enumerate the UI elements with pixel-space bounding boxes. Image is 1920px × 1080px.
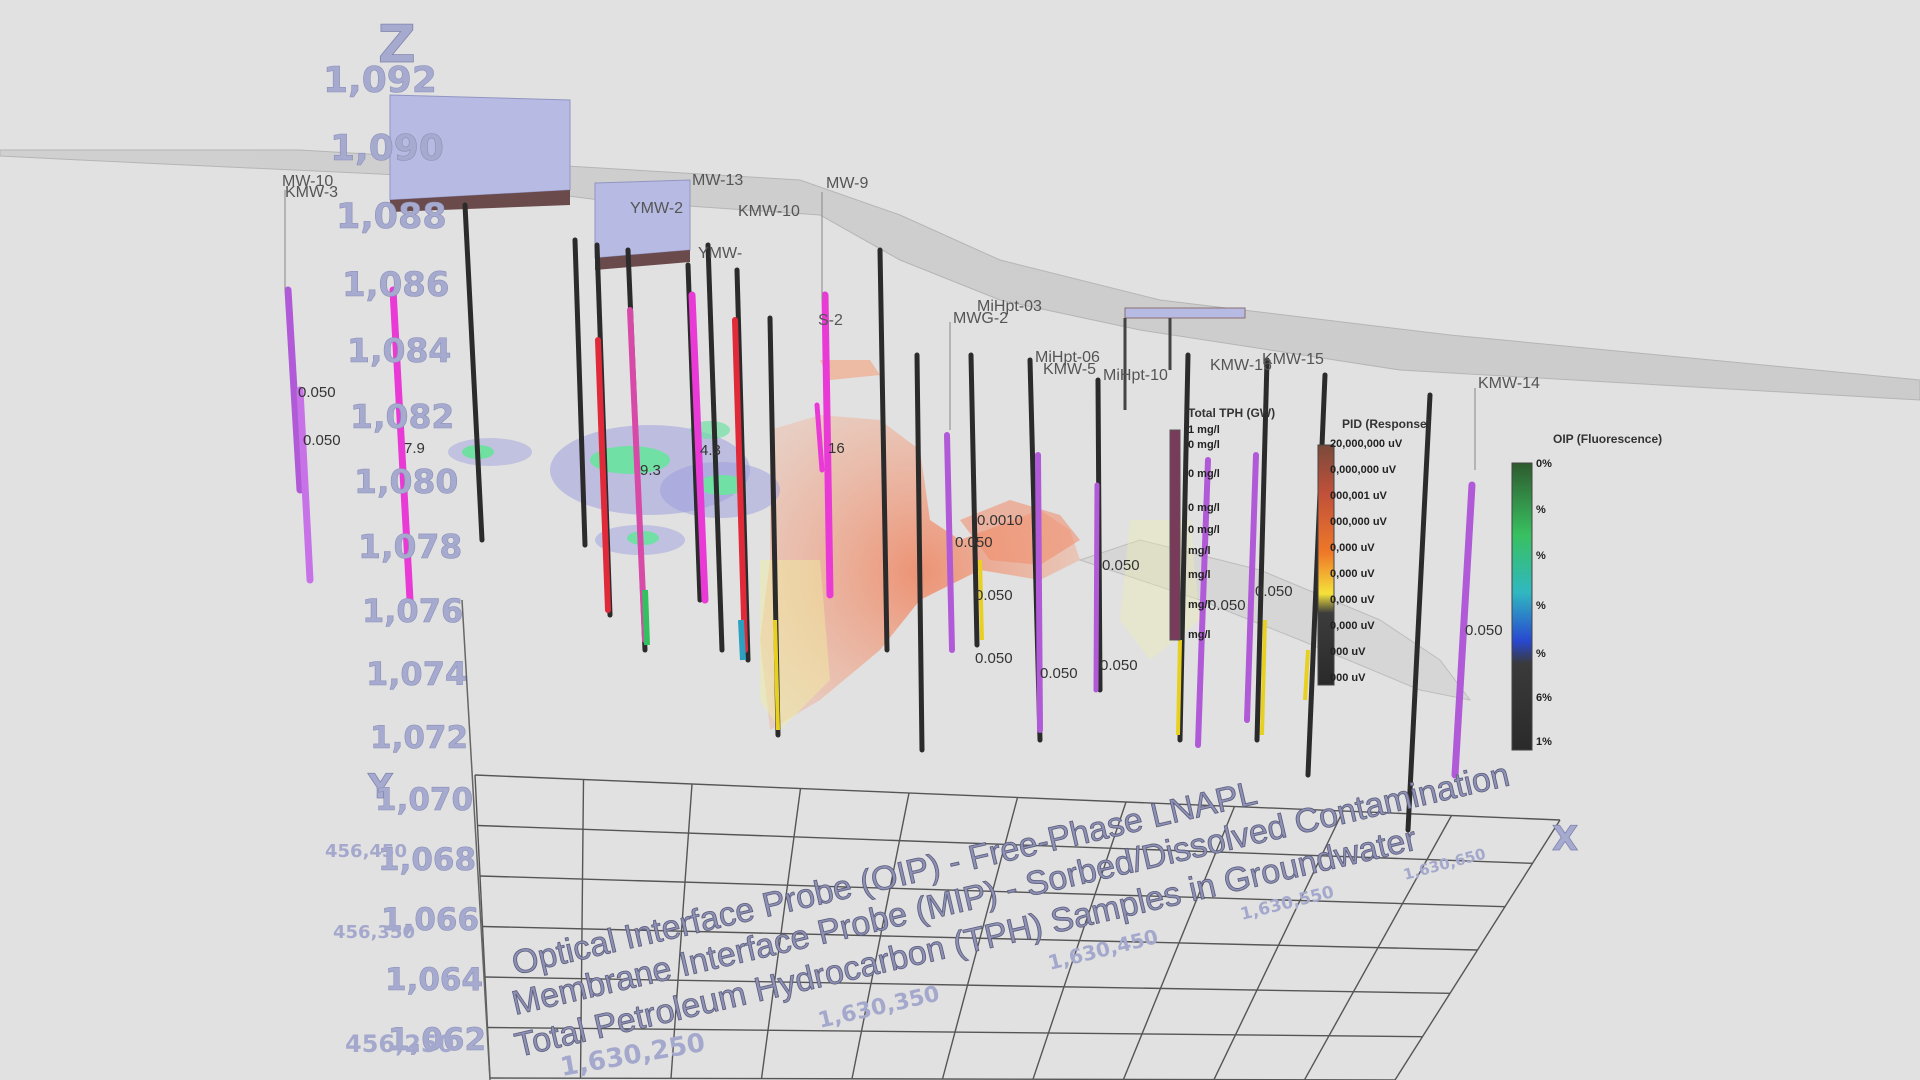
well-label-ymw: YMW-	[698, 245, 742, 262]
well-label-kmw-15: KMW-15	[1262, 351, 1324, 368]
well-label-kmw-5: KMW-5	[1043, 361, 1096, 378]
z-tick-label: 1,090	[330, 128, 444, 169]
tph-colorbar	[1169, 429, 1181, 641]
value-label: 0.050	[955, 534, 993, 551]
value-label: 0.050	[1208, 597, 1246, 614]
z-tick-label: 1,088	[336, 197, 447, 237]
tph-sample-segment	[1260, 619, 1267, 736]
z-tick-label: 1,076	[362, 592, 463, 630]
tph-legend-item: 1 mg/l	[1188, 424, 1220, 436]
z-tick-label: 1,086	[342, 265, 450, 305]
y-tick-3: 456,250	[345, 1030, 454, 1058]
tph-legend-item: 0 mg/l	[1188, 468, 1220, 480]
pid-legend-item: 0,000,000 uV	[1330, 464, 1397, 476]
value-label: 0.0010	[977, 512, 1023, 529]
value-label: 4.3	[700, 442, 721, 459]
pid-legend-item: 000,000 uV	[1330, 516, 1388, 528]
z-tick-label: 1,078	[358, 527, 462, 566]
oip-legend-item: 6%	[1536, 692, 1552, 704]
z-axis-line	[461, 599, 491, 1080]
oip-legend-item: %	[1536, 550, 1546, 562]
value-label: 9.3	[640, 462, 661, 479]
tph-title: Total TPH (GW)	[1188, 406, 1275, 420]
legend-oip: OIP (Fluorescence) 0%%%%% 6% 1%	[1511, 432, 1662, 751]
value-label: 16	[828, 440, 845, 457]
z-tick-label: 1,082	[350, 397, 454, 436]
well-label-kmw-14: KMW-14	[1478, 375, 1540, 392]
oip-log-segment	[738, 619, 746, 661]
tph-legend-item: mg/l	[1188, 599, 1211, 611]
value-label: 0.050	[303, 432, 341, 449]
pid-legend-item: 20,000,000 uV	[1330, 438, 1403, 450]
pid-title: PID (Response)	[1342, 417, 1431, 431]
z-tick-label: 1,070	[375, 782, 473, 818]
well-casing	[462, 202, 485, 543]
pid-legend-item: 0,000 uV	[1330, 594, 1375, 606]
oip-log-segment	[642, 589, 650, 646]
oip-free-phase	[448, 421, 780, 555]
tph-sample-segment	[1176, 639, 1182, 736]
oip-legend-item: %	[1536, 648, 1546, 660]
value-label: 7.9	[404, 440, 425, 457]
oip-colorbar	[1511, 462, 1533, 751]
value-label: 0.050	[1102, 557, 1140, 574]
tph-legend-item: 0 mg/l	[1188, 502, 1220, 514]
tph-legend-item: mg/l	[1188, 545, 1211, 557]
pid-legend-item: 0,000 uV	[1330, 568, 1375, 580]
value-label: 0.050	[1100, 657, 1138, 674]
oip-title: OIP (Fluorescence)	[1553, 432, 1662, 446]
value-label: 0.050	[975, 650, 1013, 667]
tph-legend-item: 0 mg/l	[1188, 439, 1220, 451]
well-label-mwg-2: MWG-2	[953, 310, 1008, 327]
oip-legend-item: 0%	[1536, 458, 1552, 470]
y-tick-1: 456,450	[325, 841, 407, 862]
well-casing	[1405, 392, 1433, 833]
y-tick-2: 456,350	[333, 922, 415, 943]
well-screen	[296, 386, 314, 584]
well-label-mihpt-10: MiHpt-10	[1103, 367, 1168, 384]
well-screen	[1093, 482, 1100, 693]
pid-legend-item: 000 uV	[1330, 646, 1366, 658]
oip-legend-item: %	[1536, 600, 1546, 612]
well-casing	[914, 352, 925, 753]
z-tick-label: 1,084	[347, 331, 451, 370]
value-label: 0.050	[1255, 583, 1293, 600]
z-tick-label: 1,064	[385, 962, 483, 998]
value-label: 0.050	[298, 384, 336, 401]
z-tick-label: 1,074	[366, 655, 467, 693]
value-label: 0.050	[975, 587, 1013, 604]
building-small	[594, 179, 691, 270]
value-label: 0.050	[1465, 622, 1503, 639]
tph-legend-item: mg/l	[1188, 629, 1211, 641]
tph-sample-segment	[1303, 649, 1310, 701]
well-label-kmw-3: KMW-3	[285, 184, 338, 201]
well-screen	[1035, 452, 1043, 733]
x-axis-letter: X	[1552, 819, 1578, 859]
tph-legend-item: mg/l	[1188, 569, 1211, 581]
well-label-kmw-10: KMW-10	[738, 203, 800, 220]
z-tick-label: 1,092	[323, 60, 437, 101]
z-axis-ticks: 1,092 1,090 1,088 1,086 1,084 1,082 1,080 1,078…	[323, 60, 487, 1059]
well-label-mw-13: MW-13	[692, 172, 743, 189]
oip-legend-item: 1%	[1536, 736, 1552, 748]
z-tick-label: 1,072	[370, 720, 468, 756]
z-tick-label: 1,080	[354, 462, 458, 501]
pid-legend-item: 0,000 uV	[1330, 542, 1375, 554]
well-label-ymw-2: YMW-2	[630, 200, 683, 217]
well-label-s-2: S-2	[818, 312, 843, 329]
value-label: 0.050	[1040, 665, 1078, 682]
pid-legend-item: 0,000 uV	[1330, 620, 1375, 632]
well-label-mw-9: MW-9	[826, 175, 868, 192]
3d-site-model[interactable]: Z Y X 1,0921,0901,0881,0861,0841,0821,08…	[0, 0, 1920, 1080]
pid-legend-item: 000,001 uV	[1330, 490, 1388, 502]
tph-legend-item: 0 mg/l	[1188, 524, 1220, 536]
oip-legend-item: %	[1536, 504, 1546, 516]
caption-mip: Membrane Interface Probe (MIP) - Sorbed/…	[508, 756, 1513, 1023]
well-screen	[944, 432, 955, 653]
pid-legend-item: 000 uV	[1330, 672, 1366, 684]
